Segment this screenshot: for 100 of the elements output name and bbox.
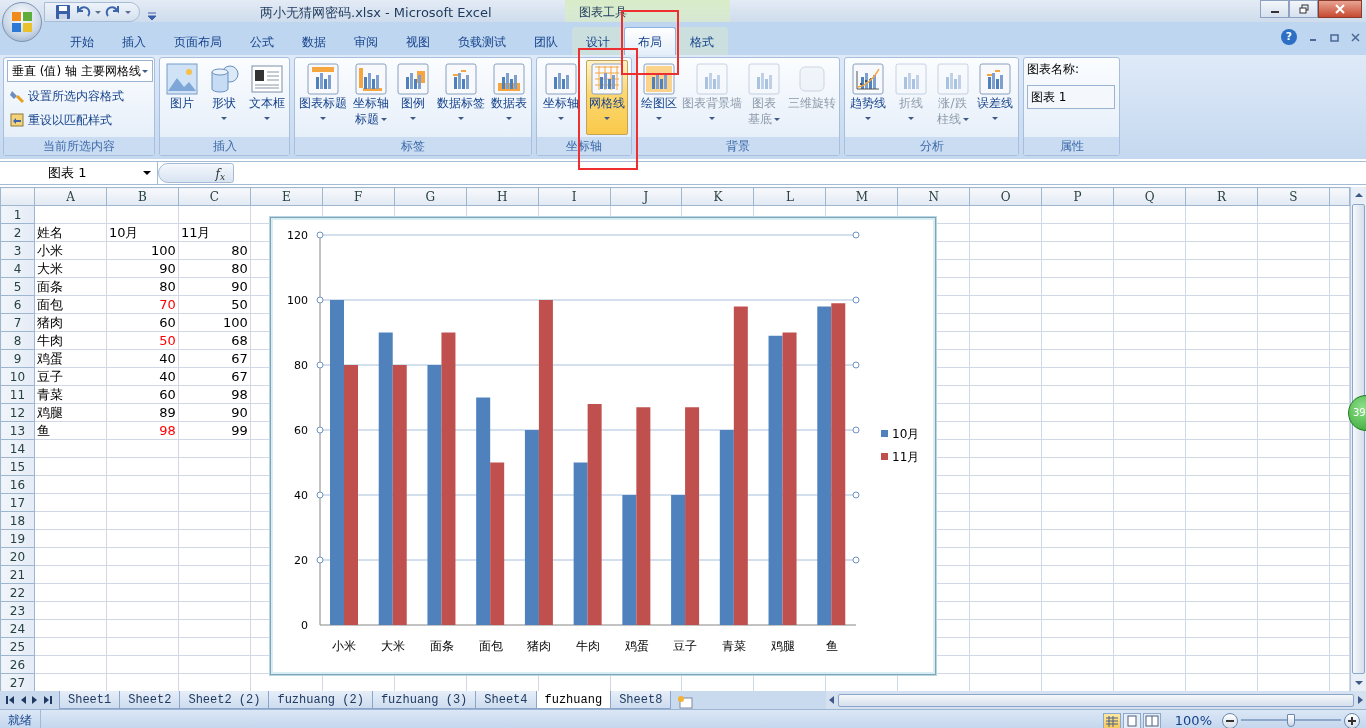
ribbon-button[interactable]: 坐标轴 标题 — [351, 60, 390, 135]
minimize-button[interactable] — [1260, 0, 1289, 18]
horizontal-scrollbar[interactable] — [826, 691, 1366, 709]
bar[interactable] — [524, 430, 539, 625]
bar[interactable] — [490, 462, 505, 625]
bar[interactable] — [685, 407, 700, 625]
selection-handle[interactable] — [852, 556, 860, 564]
bar[interactable] — [733, 306, 748, 625]
ribbon-tab[interactable]: 格式 — [676, 27, 728, 55]
column-header[interactable]: P — [1041, 187, 1114, 206]
ribbon-tab[interactable]: 视图 — [392, 27, 444, 55]
zoom-level[interactable]: 100% — [1174, 710, 1212, 728]
sheet-tab[interactable]: fuzhuang (2) — [268, 691, 373, 709]
name-box[interactable]: 图表 1 — [0, 162, 158, 184]
zoom-in-button[interactable] — [1344, 712, 1360, 728]
ribbon-button[interactable]: 文本框 — [247, 60, 286, 135]
column-header[interactable]: O — [969, 187, 1042, 206]
ribbon-button[interactable]: 网格线 — [586, 60, 628, 135]
ribbon-tab[interactable]: 审阅 — [340, 27, 392, 55]
slider-thumb[interactable] — [1287, 714, 1295, 727]
column-header[interactable]: J — [610, 187, 682, 206]
zoom-out-button[interactable] — [1222, 712, 1238, 728]
bar[interactable] — [441, 332, 456, 625]
restore-button[interactable] — [1289, 0, 1318, 18]
bar[interactable] — [768, 335, 783, 625]
ribbon-tab[interactable]: 负载测试 — [444, 27, 520, 55]
column-header[interactable]: N — [897, 187, 970, 206]
view-button[interactable] — [1142, 712, 1161, 728]
sheet-tab[interactable]: fuzhuang (3) — [371, 691, 477, 709]
sheet-tab[interactable]: Sheet2 — [119, 691, 181, 709]
new-sheet-icon[interactable] — [677, 694, 694, 709]
selection-handle[interactable] — [316, 361, 324, 369]
bar[interactable] — [636, 407, 651, 625]
view-button[interactable] — [1102, 712, 1121, 728]
next-sheet-icon[interactable] — [32, 696, 38, 704]
ribbon-tab[interactable]: 团队 — [520, 27, 572, 55]
last-sheet-icon[interactable] — [44, 696, 52, 704]
arrow-up-icon[interactable] — [1354, 191, 1363, 199]
selection-handle[interactable] — [852, 231, 860, 239]
column-header[interactable]: Q — [1113, 187, 1186, 206]
sheet-tab[interactable]: fuzhuang — [535, 691, 612, 709]
ribbon-tab[interactable]: 插入 — [108, 27, 160, 55]
ribbon-button[interactable]: 图表标题 — [298, 60, 348, 135]
sheet-tab[interactable]: Sheet2 (2) — [179, 691, 270, 709]
column-header[interactable]: C — [178, 187, 251, 206]
column-header[interactable]: R — [1185, 187, 1258, 206]
selection-handle[interactable] — [852, 491, 860, 499]
chart-name-field[interactable]: 图表 1 — [1027, 85, 1115, 109]
column-header[interactable]: F — [322, 187, 395, 206]
close-icon[interactable] — [1351, 33, 1360, 42]
bar[interactable] — [719, 430, 734, 625]
column-header[interactable]: K — [681, 187, 754, 206]
column-header[interactable]: H — [466, 187, 539, 206]
sheet-tab[interactable]: Sheet1 — [59, 691, 121, 709]
bar[interactable] — [476, 397, 491, 625]
bar[interactable] — [378, 332, 393, 625]
restore-icon[interactable] — [1330, 33, 1339, 42]
bar[interactable] — [538, 300, 553, 625]
ribbon-button[interactable]: 趋势线 — [848, 60, 888, 135]
select-all-button[interactable] — [0, 187, 35, 206]
selection-handle[interactable] — [316, 296, 324, 304]
selection-handle[interactable] — [852, 426, 860, 434]
view-button[interactable] — [1122, 712, 1141, 728]
close-button[interactable] — [1318, 0, 1362, 18]
bar[interactable] — [831, 303, 846, 625]
selection-handle[interactable] — [316, 491, 324, 499]
ribbon-tab[interactable]: 设计 — [572, 27, 624, 55]
sheet-tab[interactable]: Sheet4 — [475, 691, 537, 709]
ribbon-tab[interactable]: 开始 — [56, 27, 108, 55]
ribbon-button[interactable]: 误差线 — [975, 60, 1015, 135]
ribbon-tab[interactable]: 布局 — [624, 27, 676, 55]
ribbon-tab[interactable]: 公式 — [236, 27, 288, 55]
bar[interactable] — [622, 495, 637, 625]
selection-handle[interactable] — [852, 361, 860, 369]
column-header[interactable]: A — [34, 187, 107, 206]
bar[interactable] — [573, 462, 588, 625]
office-button[interactable] — [2, 2, 42, 42]
ribbon-button[interactable]: 数据表 — [489, 60, 528, 135]
column-header[interactable]: G — [394, 187, 467, 206]
selection-handle[interactable] — [316, 231, 324, 239]
arrow-down-icon[interactable] — [1354, 679, 1363, 687]
first-sheet-icon[interactable] — [6, 696, 14, 704]
ribbon-button[interactable]: 重设以匹配样式 — [7, 110, 151, 130]
insert-function-button[interactable]: f$_{x}$ — [158, 163, 234, 183]
column-header[interactable]: L — [753, 187, 826, 206]
selection-handle[interactable] — [316, 556, 324, 564]
column-header[interactable]: M — [825, 187, 898, 206]
arrow-right-icon[interactable] — [1356, 696, 1364, 704]
ribbon-tab[interactable]: 数据 — [288, 27, 340, 55]
ribbon-button[interactable]: 设置所选内容格式 — [7, 86, 151, 106]
bar[interactable] — [427, 365, 442, 625]
arrow-left-icon[interactable] — [828, 696, 836, 704]
selection-handle[interactable] — [316, 426, 324, 434]
save-icon[interactable] — [55, 4, 71, 20]
column-header[interactable]: S — [1257, 187, 1330, 206]
selection-handle[interactable] — [852, 296, 860, 304]
ribbon-button[interactable]: 数据标签 — [436, 60, 486, 135]
vertical-scrollbar[interactable] — [1350, 187, 1366, 691]
ribbon-button[interactable]: 坐标轴 — [540, 60, 582, 135]
ribbon-button[interactable]: 形状 — [205, 60, 243, 135]
